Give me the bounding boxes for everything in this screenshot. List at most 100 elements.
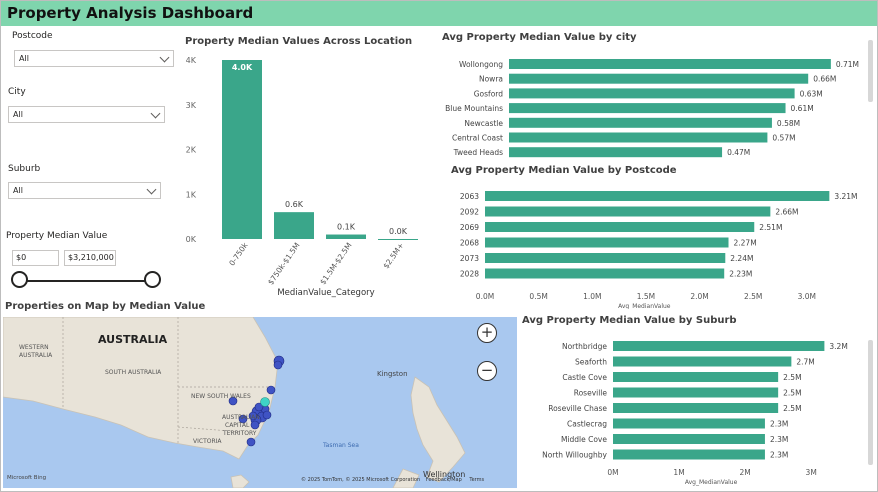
bar [613, 356, 792, 367]
location-bar [378, 239, 418, 240]
x-tick-label: 0M [607, 468, 618, 477]
category-label: 2068 [460, 239, 479, 248]
data-label: 2.24M [730, 254, 753, 263]
data-label: 2.7M [796, 358, 814, 367]
category-label: Castle Cove [562, 373, 607, 382]
bar [613, 341, 825, 351]
map-label-tasman-sea: Tasman Sea [323, 442, 359, 449]
chart-title-suburb: Avg Property Median Value by Suburb [522, 315, 737, 326]
city-value: All [13, 110, 23, 119]
bar [509, 147, 723, 158]
x-tick-label: 1.0M [583, 292, 601, 301]
title-bar: Property Analysis Dashboard [1, 1, 877, 26]
bar [485, 206, 771, 217]
bar [485, 268, 725, 279]
postcode-label: Postcode [12, 31, 53, 41]
category-label: Nowra [479, 75, 503, 84]
map-attribution: © 2025 TomTom, © 2025 Microsoft Corporat… [301, 477, 484, 483]
bar [613, 449, 765, 460]
zoom-out-button[interactable]: − [477, 361, 497, 381]
data-label: 2.51M [759, 223, 782, 232]
data-label: 2.27M [734, 239, 757, 248]
bar [509, 59, 831, 69]
data-label: 0.61M [791, 104, 814, 113]
data-label: 2.5M [783, 373, 801, 382]
data-label: 2.5M [783, 389, 801, 398]
bar [613, 418, 765, 429]
location-x-axis-title: MedianValue_Category [277, 288, 374, 298]
city-chart-scrollbar[interactable] [868, 40, 873, 102]
page-title: Property Analysis Dashboard [7, 4, 254, 22]
bing-logo: Microsoft Bing [7, 475, 47, 481]
bar [613, 387, 779, 398]
median-min-input[interactable]: $0 [12, 250, 59, 266]
city-label: City [8, 87, 26, 97]
x-tick-label: 3.0M [798, 292, 816, 301]
median-slider-max-handle[interactable] [144, 271, 161, 288]
data-label: 0.71M [836, 60, 859, 69]
data-label: 2.66M [775, 208, 798, 217]
property-map[interactable]: WESTERN AUSTRALIA AUSTRALIA SOUTH AUSTRA… [3, 317, 517, 488]
category-label: Castlecrag [567, 420, 607, 429]
x-tick-label: 1M [673, 468, 684, 477]
category-label: 2073 [460, 254, 479, 263]
bar [509, 132, 768, 143]
category-label: Newcastle [464, 119, 503, 128]
category-label: Central Coast [452, 134, 503, 143]
map-label-act-3: TERRITORY [223, 430, 257, 437]
map-label-nsw: NEW SOUTH WALES [191, 393, 251, 400]
suburb-bar-chart: Northbridge 3.2M Seaforth 2.7M Castle Cove 2.… [542, 341, 848, 486]
postcode-dropdown[interactable]: All [14, 50, 174, 67]
suburb-label: Suburb [8, 164, 41, 174]
map-copyright: © 2025 TomTom, © 2025 Microsoft Corporat… [301, 477, 421, 483]
chevron-down-icon [159, 52, 170, 63]
chevron-down-icon [150, 108, 161, 119]
bar [509, 73, 809, 84]
category-label: 2063 [460, 192, 479, 201]
location-data-label: 0.6K [285, 200, 304, 209]
map-label-victoria: VICTORIA [193, 438, 222, 445]
location-bar [326, 234, 366, 239]
map-feedback-link[interactable]: Feedback/Map [426, 477, 462, 483]
bar [485, 237, 729, 248]
x-axis-title: Avg_MedianValue [685, 479, 738, 486]
y-tick-label: 3K [186, 101, 197, 110]
chart-title-location: Property Median Values Across Location [185, 36, 413, 47]
data-label: 2.5M [783, 404, 801, 413]
zoom-in-button[interactable]: + [477, 323, 497, 343]
category-label: Northbridge [562, 342, 607, 351]
x-tick-label: 2M [739, 468, 750, 477]
location-bar [222, 60, 262, 239]
category-label: Roseville Chase [548, 404, 607, 413]
data-label: 0.66M [813, 75, 836, 84]
y-tick-label: 0K [186, 235, 197, 244]
map-label-act-1: AUSTRALIAN [222, 414, 260, 421]
median-max-input[interactable]: $3,210,000 [64, 250, 116, 266]
data-label: 2.23M [729, 270, 752, 279]
map-label-kingston: Kingston [377, 370, 408, 378]
data-label: 2.3M [770, 435, 788, 444]
median-value-label: Property Median Value [6, 231, 108, 241]
bar [613, 434, 765, 444]
chevron-down-icon [146, 184, 157, 195]
suburb-value: All [13, 186, 23, 195]
location-category-label: $1.5M-$2.5M [318, 241, 354, 286]
bar [485, 191, 830, 201]
suburb-chart-scrollbar[interactable] [868, 340, 873, 465]
suburb-dropdown[interactable]: All [8, 182, 161, 199]
category-label: Roseville [574, 389, 608, 398]
chart-title-city: Avg Property Median Value by city [442, 32, 637, 43]
bar [613, 403, 779, 413]
map-label-australia: AUSTRALIA [98, 333, 168, 346]
map-terms-link[interactable]: Terms [469, 477, 484, 483]
location-data-label: 4.0K [232, 63, 253, 72]
category-label: 2092 [460, 208, 479, 217]
category-label: Wollongong [459, 60, 503, 69]
median-slider-min-handle[interactable] [11, 271, 28, 288]
data-label: 2.3M [770, 420, 788, 429]
y-tick-label: 1K [186, 190, 197, 199]
city-dropdown[interactable]: All [8, 106, 165, 123]
median-slider-track[interactable] [18, 280, 153, 282]
data-label: 0.58M [777, 119, 800, 128]
map-label-wa: WESTERN AUSTRALIA [19, 344, 53, 359]
